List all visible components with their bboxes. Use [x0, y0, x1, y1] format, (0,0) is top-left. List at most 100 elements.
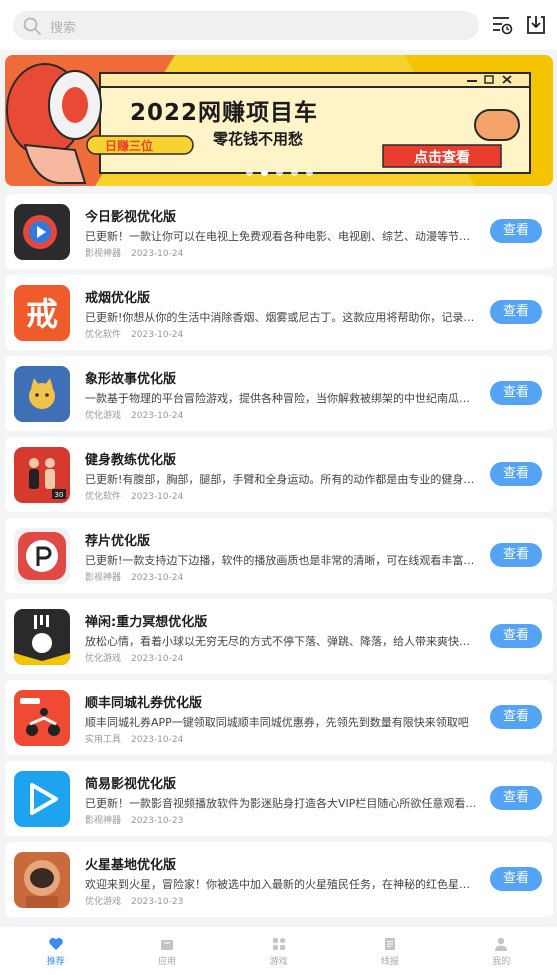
app-card[interactable]: 火星基地优化版欢迎来到火星，冒险家！你被选中加入最新的火星殖民任务，在神秘的红色…: [5, 842, 553, 917]
app-description: 已更新!一款支持边下边播，软件的播放画质也是非常的清晰，可在线观看丰富的影视资源: [85, 554, 478, 567]
banner-tag: 日赚三位: [105, 139, 154, 153]
app-category: 优化游戏: [85, 897, 122, 907]
banner-title: 2022网赚项目车: [130, 100, 319, 126]
app-card[interactable]: 戒 戒烟优化版已更新!你想从你的生活中消除香烟、烟雾或尼古丁。这款应用将帮助你，记…: [5, 275, 553, 350]
app-description: 一款基于物理的平台冒险游戏，提供各种冒险，当你解救被绑架的中世纪南瓜王子: [85, 392, 478, 405]
play-triangle-icon[interactable]: [14, 771, 70, 827]
top-bar: 搜索: [0, 0, 557, 50]
app-meta: 优化游戏 2023-10-23: [85, 894, 183, 907]
quit-smoking-icon[interactable]: 戒: [14, 285, 70, 341]
app-meta: 实用工具 2023-10-24: [85, 732, 183, 745]
search-bar[interactable]: 搜索: [13, 11, 479, 40]
app-description: 已更新！一款让你可以在电视上免费观看各种电影、电视剧、综艺、动漫等节目的应用: [85, 230, 478, 243]
banner-pagination: [5, 169, 553, 176]
app-list: 今日影视优化版已更新！一款让你可以在电视上免费观看各种电影、电视剧、综艺、动漫等…: [5, 194, 553, 923]
view-button[interactable]: 查看: [490, 705, 542, 729]
grid-icon: [272, 937, 285, 950]
app-title[interactable]: 简易影视优化版: [85, 773, 176, 792]
app-title[interactable]: 火星基地优化版: [85, 854, 176, 873]
app-description: 欢迎来到火星，冒险家！你被选中加入最新的火星殖民任务，在神秘的红色星球上建立基地: [85, 878, 478, 891]
delivery-scooter-icon[interactable]: [14, 690, 70, 746]
app-meta: 优化游戏 2023-10-24: [85, 651, 183, 664]
svg-text:戒: 戒: [26, 295, 58, 333]
bag-icon: [161, 940, 174, 950]
app-description: 已更新!有腹部，胸部，腿部，手臂和全身运动。所有的动作都是由专业的健身教练设计: [85, 473, 478, 486]
app-meta: 优化游戏 2023-10-24: [85, 408, 183, 421]
view-button[interactable]: 查看: [490, 381, 542, 405]
app-description: 已更新！一款影音视频播放软件为影迷贴身打造各大VIP栏目随心所欲任意观看各种影视: [85, 797, 478, 810]
astronaut-helmet-icon[interactable]: [14, 852, 70, 908]
view-button[interactable]: 查看: [490, 219, 542, 243]
app-date: 2023-10-24: [131, 654, 184, 664]
app-category: 优化软件: [85, 330, 122, 340]
fitness-coach-icon[interactable]: 30: [14, 447, 70, 503]
app-category: 影视神器: [85, 573, 122, 583]
tab-label: 应用: [158, 957, 177, 967]
app-card[interactable]: 简易影视优化版已更新！一款影音视频播放软件为影迷贴身打造各大VIP栏目随心所欲任…: [5, 761, 553, 836]
app-title[interactable]: 戒烟优化版: [85, 287, 150, 306]
tab-label: 推荐: [46, 957, 65, 967]
tab-profile[interactable]: 我的: [446, 926, 557, 975]
app-card[interactable]: 象形故事优化版一款基于物理的平台冒险游戏，提供各种冒险，当你解救被绑架的中世纪南…: [5, 356, 553, 431]
banner-dot[interactable]: [275, 169, 283, 176]
user-icon: [495, 937, 508, 951]
app-category: 实用工具: [85, 735, 122, 745]
film-reel-icon[interactable]: [14, 528, 70, 584]
download-tray-icon[interactable]: [525, 14, 547, 36]
banner-dot[interactable]: [305, 169, 313, 176]
search-icon: [23, 17, 41, 35]
app-card[interactable]: 荐片优化版已更新!一款支持边下边播，软件的播放画质也是非常的清晰，可在线观看丰富…: [5, 518, 553, 593]
app-description: 放松心情，看着小球以无穷无尽的方式不停下落、弹跳、降落，给人带来爽快的体验: [85, 635, 478, 648]
app-date: 2023-10-23: [131, 897, 184, 907]
view-button[interactable]: 查看: [490, 867, 542, 891]
app-title[interactable]: 荐片优化版: [85, 530, 150, 549]
view-button[interactable]: 查看: [490, 300, 542, 324]
app-title[interactable]: 象形故事优化版: [85, 368, 176, 387]
app-description: 已更新!你想从你的生活中消除香烟、烟雾或尼古丁。这款应用将帮助你，记录你戒烟的每…: [85, 311, 478, 324]
app-date: 2023-10-24: [131, 330, 184, 340]
app-date: 2023-10-24: [131, 249, 184, 259]
app-description: 顺丰同城礼券APP一键领取同城顺丰同城优惠券，先领先到数量有限快来领取吧: [85, 716, 469, 729]
app-meta: 优化软件 2023-10-24: [85, 327, 183, 340]
heart-icon: [48, 938, 63, 950]
app-date: 2023-10-24: [131, 735, 184, 745]
cat-character-icon[interactable]: [14, 366, 70, 422]
banner-slogan: 零花钱不用愁: [213, 130, 304, 148]
app-meta: 影视神器 2023-10-24: [85, 246, 183, 259]
app-card[interactable]: 顺丰同城礼券优化版顺丰同城礼券APP一键领取同城顺丰同城优惠券，先领先到数量有限…: [5, 680, 553, 755]
banner-dot[interactable]: [290, 169, 298, 176]
tab-label: 游戏: [269, 957, 288, 967]
app-card[interactable]: 30 健身教练优化版已更新!有腹部，胸部，腿部，手臂和全身运动。所有的动作都是由专…: [5, 437, 553, 512]
app-category: 影视神器: [85, 816, 122, 826]
tab-label: 我的: [492, 957, 511, 967]
app-title[interactable]: 禅闲:重力冥想优化版: [85, 611, 207, 630]
banner-cta[interactable]: 点击查看: [388, 147, 496, 167]
app-category: 影视神器: [85, 249, 122, 259]
banner-dot[interactable]: [260, 169, 268, 176]
app-card[interactable]: 今日影视优化版已更新！一款让你可以在电视上免费观看各种电影、电视剧、综艺、动漫等…: [5, 194, 553, 269]
view-button[interactable]: 查看: [490, 543, 542, 567]
tab-games[interactable]: 游戏: [223, 926, 334, 975]
list-clock-icon[interactable]: [491, 14, 513, 36]
app-title[interactable]: 顺丰同城礼券优化版: [85, 692, 202, 711]
app-meta: 影视神器 2023-10-24: [85, 570, 183, 583]
tab-apps[interactable]: 应用: [111, 926, 222, 975]
falling-ball-icon[interactable]: [14, 609, 70, 665]
view-button[interactable]: 查看: [490, 462, 542, 486]
tab-recommend[interactable]: 推荐: [0, 926, 111, 975]
app-date: 2023-10-24: [131, 573, 184, 583]
view-button[interactable]: 查看: [490, 786, 542, 810]
app-title[interactable]: 健身教练优化版: [85, 449, 176, 468]
app-card[interactable]: 禅闲:重力冥想优化版放松心情，看着小球以无穷无尽的方式不停下落、弹跳、降落，给人…: [5, 599, 553, 674]
promo-banner[interactable]: 2022网赚项目车 日赚三位 零花钱不用愁 点击查看: [5, 55, 553, 186]
tab-label: 线报: [380, 957, 399, 967]
app-category: 优化软件: [85, 492, 122, 502]
tab-news[interactable]: 线报: [334, 926, 445, 975]
svg-text:30: 30: [55, 491, 64, 499]
app-meta: 影视神器 2023-10-23: [85, 813, 183, 826]
view-button[interactable]: 查看: [490, 624, 542, 648]
play-circle-icon[interactable]: [14, 204, 70, 260]
app-date: 2023-10-23: [131, 816, 184, 826]
banner-dot[interactable]: [245, 169, 253, 176]
app-title[interactable]: 今日影视优化版: [85, 206, 176, 225]
